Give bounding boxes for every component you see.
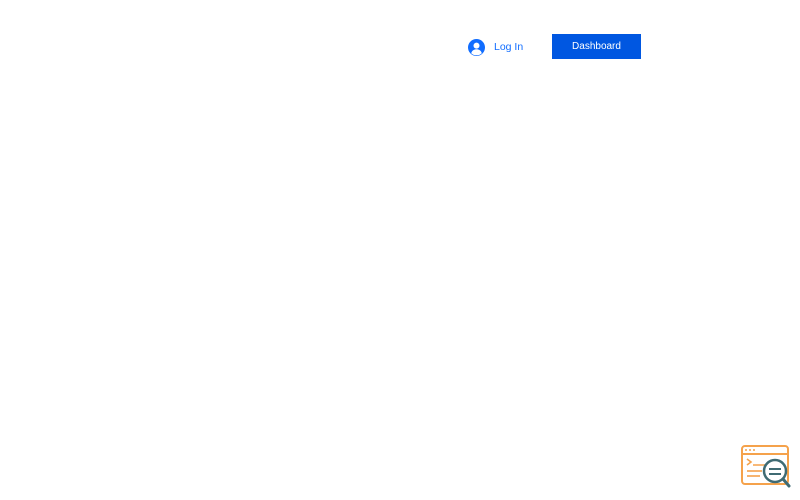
user-avatar-icon xyxy=(468,38,485,56)
page: Log In Dashboard xyxy=(0,0,800,500)
browser-search-widget[interactable] xyxy=(740,444,792,490)
site-header: Log In Dashboard xyxy=(0,0,800,90)
browser-search-icon xyxy=(741,445,791,488)
dashboard-button[interactable]: Dashboard xyxy=(552,34,641,59)
login-button[interactable]: Log In xyxy=(468,37,523,57)
login-label: Log In xyxy=(494,41,524,53)
